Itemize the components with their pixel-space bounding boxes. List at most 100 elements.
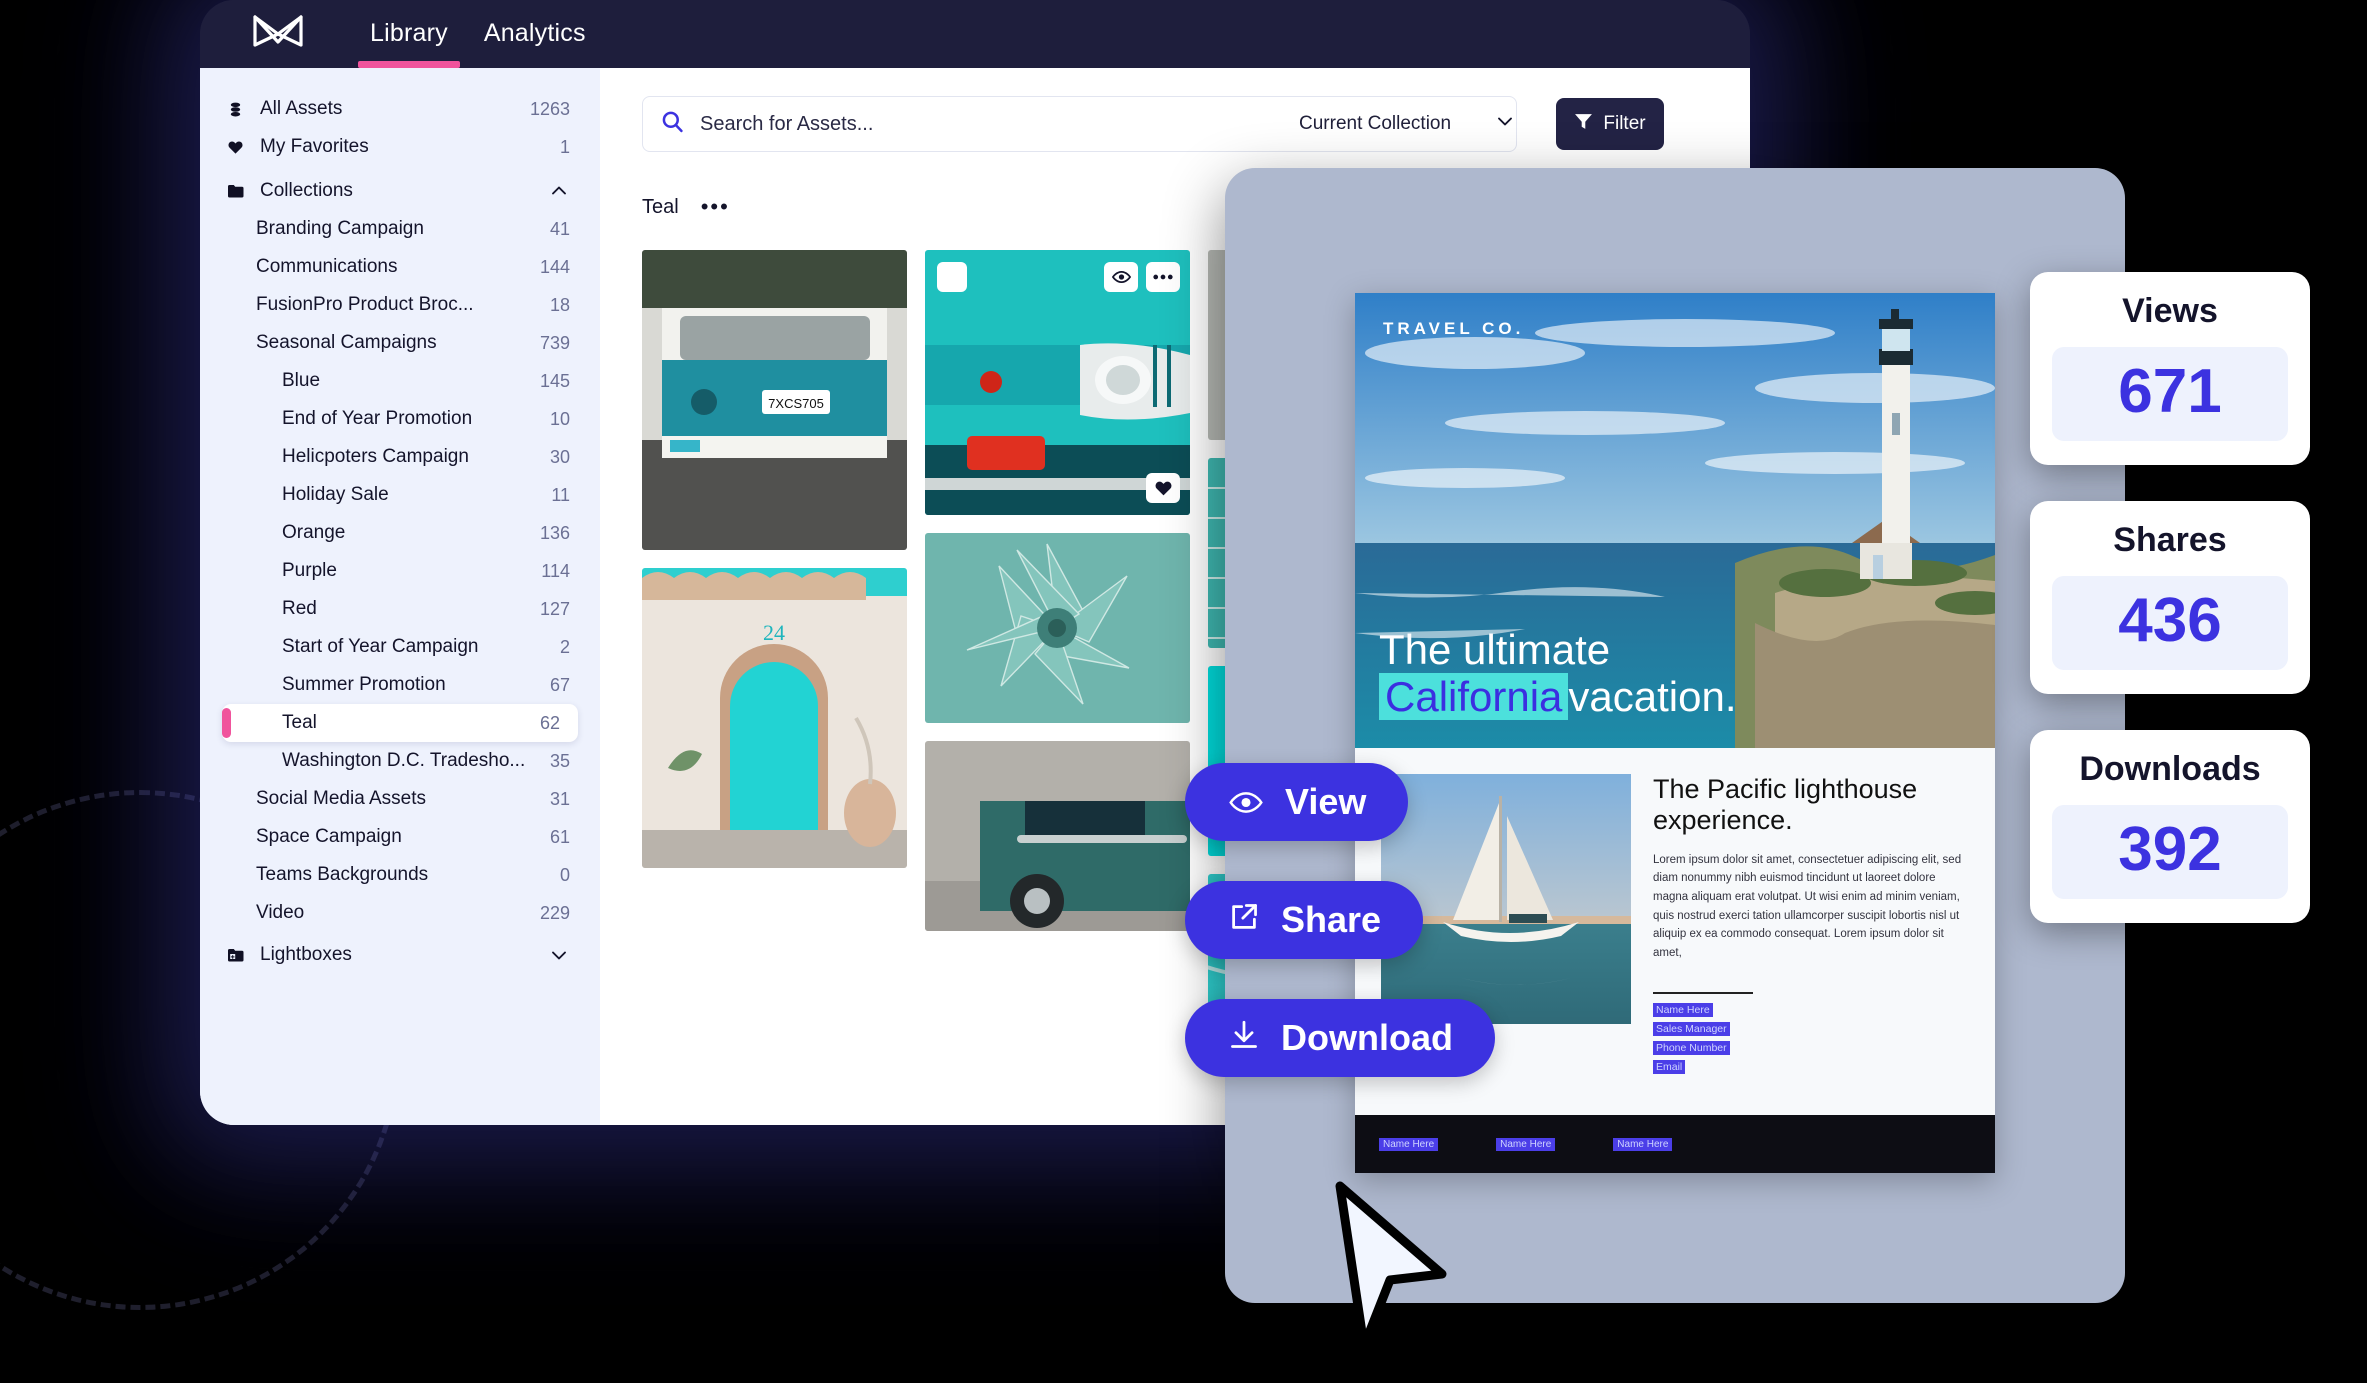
app-topbar: Library Analytics bbox=[200, 0, 1750, 68]
sidebar-section-lightboxes[interactable]: Lightboxes bbox=[200, 936, 600, 974]
sidebar: All Assets 1263 My Favorites 1 Collectio… bbox=[200, 68, 600, 1125]
brochure-brand: TRAVEL CO. bbox=[1383, 319, 1525, 338]
asset-thumbnail[interactable] bbox=[925, 741, 1190, 931]
tab-analytics[interactable]: Analytics bbox=[466, 19, 604, 68]
stat-value-box: 392 bbox=[2052, 805, 2288, 899]
sidebar-item-holiday-sale[interactable]: Holiday Sale 11 bbox=[200, 476, 600, 514]
footer-placeholder-1: Name Here bbox=[1379, 1137, 1439, 1151]
main-nav-tabs: Library Analytics bbox=[352, 0, 604, 68]
filter-button[interactable]: Filter bbox=[1556, 98, 1664, 150]
sidebar-item-teal[interactable]: Teal 62 bbox=[222, 704, 578, 742]
search-placeholder: Search for Assets... bbox=[700, 112, 874, 135]
download-label: Download bbox=[1281, 1017, 1453, 1058]
chevron-up-icon[interactable] bbox=[548, 180, 570, 202]
stat-value-box: 671 bbox=[2052, 347, 2288, 441]
sidebar-item-all-assets[interactable]: All Assets 1263 bbox=[200, 90, 600, 128]
sidebar-item-start-of-year-campaign[interactable]: Start of Year Campaign 2 bbox=[200, 628, 600, 666]
sidebar-count: 18 bbox=[549, 294, 570, 315]
sidebar-item-social-media-assets[interactable]: Social Media Assets 31 bbox=[200, 780, 600, 818]
stat-value-box: 436 bbox=[2052, 576, 2288, 670]
sidebar-label: Blue bbox=[282, 370, 321, 391]
view-button[interactable]: View bbox=[1185, 763, 1409, 841]
brochure-text-block: The Pacific lighthouse experience. Lorem… bbox=[1653, 774, 1969, 1076]
stat-label: Shares bbox=[2113, 521, 2227, 559]
sidebar-count: 1263 bbox=[529, 98, 570, 119]
collection-scope-label: Current Collection bbox=[1299, 113, 1452, 134]
sidebar-item-blue[interactable]: Blue 145 bbox=[200, 362, 600, 400]
sidebar-section-collections[interactable]: Collections bbox=[200, 172, 600, 210]
download-button[interactable]: Download bbox=[1185, 999, 1495, 1077]
sidebar-item-red[interactable]: Red 127 bbox=[200, 590, 600, 628]
stat-value: 436 bbox=[2118, 586, 2222, 655]
ellipsis-icon[interactable]: ••• bbox=[701, 194, 730, 220]
brochure-body-text: Lorem ipsum dolor sit amet, consectetuer… bbox=[1653, 853, 1962, 959]
ellipsis-icon[interactable] bbox=[1146, 262, 1180, 292]
contact-email: Email bbox=[1653, 1060, 1686, 1075]
stats-panel: Views 671 Shares 436 Downloads 392 bbox=[2030, 272, 2310, 959]
sidebar-item-purple[interactable]: Purple 114 bbox=[200, 552, 600, 590]
collections-list: Branding Campaign 41 Communications 144 Fusi… bbox=[200, 210, 600, 932]
asset-thumbnail[interactable]: 24 bbox=[642, 568, 907, 868]
download-icon bbox=[1229, 1017, 1259, 1059]
asset-select-checkbox[interactable] bbox=[937, 262, 967, 292]
sidebar-item-branding-campaign[interactable]: Branding Campaign 41 bbox=[200, 210, 600, 248]
footer-placeholder-2: Name Here bbox=[1496, 1137, 1556, 1151]
sidebar-label: Teal bbox=[282, 712, 317, 733]
sidebar-label: Communications bbox=[256, 256, 398, 277]
sidebar-count: 2 bbox=[559, 636, 570, 657]
eye-icon bbox=[1229, 781, 1263, 823]
stat-card-views: Views 671 bbox=[2030, 272, 2310, 465]
sidebar-count: 35 bbox=[549, 750, 570, 771]
brochure-contact-block: Name Here Sales Manager Phone Number Ema… bbox=[1653, 992, 1969, 1076]
asset-grid-column-2 bbox=[925, 250, 1190, 1064]
asset-thumbnail[interactable] bbox=[925, 533, 1190, 723]
sidebar-count: 11 bbox=[551, 484, 570, 505]
sidebar-item-seasonal-campaigns[interactable]: Seasonal Campaigns 739 bbox=[200, 324, 600, 362]
external-link-icon bbox=[1229, 899, 1259, 941]
svg-text:7XCS705: 7XCS705 bbox=[768, 396, 824, 411]
chevron-down-icon[interactable] bbox=[548, 944, 570, 966]
sidebar-item-helicpoters-campaign[interactable]: Helicpoters Campaign 30 bbox=[200, 438, 600, 476]
sidebar-count: 145 bbox=[539, 370, 570, 391]
asset-preview-panel: TRAVEL CO. The ultimate California vacati… bbox=[1185, 168, 2125, 1303]
preview-action-buttons: View Share Download bbox=[1185, 763, 1495, 1077]
sidebar-count: 62 bbox=[539, 712, 560, 733]
sidebar-count: 739 bbox=[539, 332, 570, 353]
sidebar-item-my-favorites[interactable]: My Favorites 1 bbox=[200, 128, 600, 166]
folder-add-icon bbox=[228, 948, 248, 962]
svg-text:24: 24 bbox=[763, 620, 785, 645]
sidebar-label: Branding Campaign bbox=[256, 218, 424, 239]
collection-scope-select[interactable]: Current Collection bbox=[1299, 96, 1534, 152]
headline-highlight: California bbox=[1379, 672, 1569, 720]
heart-icon bbox=[228, 140, 248, 155]
footer-placeholder-3: Name Here bbox=[1613, 1137, 1673, 1151]
sidebar-count: 144 bbox=[539, 256, 570, 277]
contact-name: Name Here bbox=[1653, 1003, 1713, 1018]
share-button[interactable]: Share bbox=[1185, 881, 1424, 959]
eye-icon[interactable] bbox=[1104, 262, 1138, 292]
tab-library[interactable]: Library bbox=[352, 19, 466, 68]
sidebar-item-space-campaign[interactable]: Space Campaign 61 bbox=[200, 818, 600, 856]
stack-icon bbox=[228, 102, 248, 117]
sidebar-count: 61 bbox=[549, 826, 570, 847]
sidebar-item-teams-backgrounds[interactable]: Teams Backgrounds 0 bbox=[200, 856, 600, 894]
stat-value: 671 bbox=[2118, 357, 2222, 426]
sidebar-label: Social Media Assets bbox=[256, 788, 427, 809]
sidebar-item-communications[interactable]: Communications 144 bbox=[200, 248, 600, 286]
sidebar-item-video[interactable]: Video 229 bbox=[200, 894, 600, 932]
sidebar-item-summer-promotion[interactable]: Summer Promotion 67 bbox=[200, 666, 600, 704]
asset-thumbnail[interactable]: 7XCS705 bbox=[642, 250, 907, 550]
butterfly-logo-icon[interactable] bbox=[250, 12, 306, 56]
sidebar-item-washington-d-c-tradesho[interactable]: Washington D.C. Tradesho... 35 bbox=[200, 742, 600, 780]
sidebar-count: 10 bbox=[549, 408, 570, 429]
sidebar-item-fusionpro-product-broc[interactable]: FusionPro Product Broc... 18 bbox=[200, 286, 600, 324]
sidebar-label: End of Year Promotion bbox=[282, 408, 473, 429]
sidebar-item-orange[interactable]: Orange 136 bbox=[200, 514, 600, 552]
asset-thumbnail-hovered[interactable] bbox=[925, 250, 1190, 515]
page-title: Teal bbox=[642, 195, 679, 218]
sidebar-count: 127 bbox=[539, 598, 570, 619]
heart-icon[interactable] bbox=[1146, 473, 1180, 503]
sidebar-label: Video bbox=[256, 902, 305, 923]
stat-value: 392 bbox=[2118, 815, 2222, 884]
sidebar-item-end-of-year-promotion[interactable]: End of Year Promotion 10 bbox=[200, 400, 600, 438]
